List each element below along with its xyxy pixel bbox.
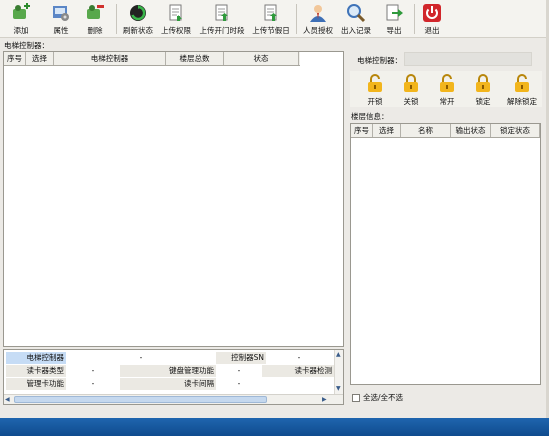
- col-floor-name[interactable]: 名称: [401, 124, 451, 137]
- upload-holidays-label: 上传节假日: [252, 26, 290, 35]
- exit-button[interactable]: 退出: [418, 1, 446, 37]
- add-button[interactable]: 添加: [6, 1, 36, 37]
- select-all-row[interactable]: 全选/全不选: [352, 392, 403, 403]
- grid-label-read-interval: 读卡间隔: [120, 378, 216, 390]
- exit-label: 退出: [424, 26, 440, 35]
- lock-toolbar: 开锁 关锁 常开 锁定 解除锁定: [350, 71, 542, 107]
- lock-label: 关锁: [403, 97, 419, 106]
- lock-button[interactable]: 关锁: [400, 73, 422, 107]
- grid-label-reader-type: 读卡器类型: [6, 365, 66, 377]
- personnel-authorization-label: 人员授权: [303, 26, 333, 35]
- col-index[interactable]: 序号: [4, 52, 26, 65]
- unlock-icon: [438, 73, 456, 95]
- unlock-icon: [513, 73, 531, 95]
- grid-value-controller-sn[interactable]: -: [266, 352, 332, 364]
- grid-value-keypad-management[interactable]: -: [216, 365, 262, 377]
- floor-list-header: 序号 选择 名称 输出状态 锁定状态: [351, 124, 540, 138]
- properties-icon: [51, 3, 71, 23]
- lockdown-button[interactable]: 锁定: [472, 73, 494, 107]
- always-open-label: 常开: [439, 97, 455, 106]
- upload-doc-icon: [261, 3, 281, 23]
- property-grid: 电梯控制器 - 控制器SN - 读卡器类型 - 键盘管理功能 - 读卡器检测 管…: [3, 349, 344, 405]
- delete-button[interactable]: 删除: [80, 1, 110, 37]
- select-all-checkbox[interactable]: [352, 393, 360, 402]
- release-lock-button[interactable]: 解除锁定: [506, 73, 538, 107]
- properties-button[interactable]: 属性: [46, 1, 76, 37]
- toolbar-divider: [116, 4, 117, 34]
- col-controller[interactable]: 电梯控制器: [54, 52, 166, 65]
- grid-label-reader-detection: 读卡器检测: [262, 365, 334, 377]
- access-records-button[interactable]: 出入记录: [338, 1, 374, 37]
- col-status[interactable]: 状态: [224, 52, 299, 65]
- scroll-left-icon[interactable]: ◀: [5, 395, 10, 404]
- add-label: 添加: [13, 26, 29, 35]
- lockdown-label: 锁定: [475, 97, 491, 106]
- floor-list[interactable]: 序号 选择 名称 输出状态 锁定状态: [350, 123, 541, 385]
- toolbar: 添加 属性 删除 刷新状态 上传权限 上传开门时段 上传节假日 人员授权 出入记…: [0, 0, 549, 38]
- controller-name-field: [404, 52, 532, 66]
- unlock-icon: [366, 73, 384, 95]
- upload-doc-icon: [166, 3, 186, 23]
- refresh-status-label: 刷新状态: [123, 26, 153, 35]
- elevator-controller-title: 电梯控制器：: [4, 41, 49, 50]
- scroll-up-icon[interactable]: ▲: [336, 350, 341, 359]
- grid-vertical-scrollbar[interactable]: ▲ ▼: [334, 350, 343, 394]
- grid-value-reader-type[interactable]: -: [66, 365, 120, 377]
- release-lock-label: 解除锁定: [507, 97, 537, 106]
- col-lock-status[interactable]: 锁定状态: [491, 124, 540, 137]
- grid-scroll-thumb[interactable]: [14, 396, 267, 403]
- power-icon: [422, 3, 442, 23]
- grid-horizontal-scrollbar[interactable]: ◀ ▶: [4, 394, 343, 404]
- always-open-button[interactable]: 常开: [436, 73, 458, 107]
- delete-user-icon: [85, 3, 105, 23]
- scroll-right-icon[interactable]: ▶: [322, 395, 327, 404]
- person-icon: [308, 3, 328, 23]
- upload-open-periods-button[interactable]: 上传开门时段: [198, 1, 246, 37]
- grid-label-keypad-management: 键盘管理功能: [120, 365, 216, 377]
- refresh-icon: [128, 3, 148, 23]
- toolbar-divider: [414, 4, 415, 34]
- unlock-label: 开锁: [367, 97, 383, 106]
- upload-permissions-label: 上传权限: [161, 26, 191, 35]
- upload-permissions-button[interactable]: 上传权限: [158, 1, 194, 37]
- upload-open-periods-label: 上传开门时段: [199, 26, 245, 35]
- unlock-button[interactable]: 开锁: [364, 73, 386, 107]
- grid-value-management-card[interactable]: -: [66, 378, 120, 390]
- export-icon: [384, 3, 404, 23]
- col-floor-index[interactable]: 序号: [351, 124, 373, 137]
- grid-label-management-card: 管理卡功能: [6, 378, 66, 390]
- col-floor-select[interactable]: 选择: [373, 124, 401, 137]
- grid-value-read-interval[interactable]: -: [216, 378, 262, 390]
- select-all-label: 全选/全不选: [363, 393, 404, 402]
- grid-label-controller-sn: 控制器SN: [216, 352, 266, 364]
- refresh-status-button[interactable]: 刷新状态: [120, 1, 156, 37]
- col-select[interactable]: 选择: [26, 52, 54, 65]
- grid-value-controller[interactable]: -: [66, 352, 216, 364]
- export-label: 导出: [386, 26, 402, 35]
- export-button[interactable]: 导出: [380, 1, 408, 37]
- floor-info-title: 楼层信息：: [351, 112, 389, 121]
- controller-list-header: 序号 选择 电梯控制器 楼层总数 状态: [4, 52, 300, 66]
- lock-icon: [402, 73, 420, 95]
- personnel-authorization-button[interactable]: 人员授权: [300, 1, 336, 37]
- toolbar-divider: [296, 4, 297, 34]
- right-controller-label: 电梯控制器：: [357, 56, 402, 65]
- col-output-status[interactable]: 输出状态: [451, 124, 491, 137]
- upload-holidays-button[interactable]: 上传节假日: [250, 1, 292, 37]
- col-floor-count[interactable]: 楼层总数: [166, 52, 224, 65]
- lock-icon: [474, 73, 492, 95]
- grid-label-controller: 电梯控制器: [6, 352, 66, 364]
- delete-label: 删除: [87, 26, 103, 35]
- scroll-down-icon[interactable]: ▼: [336, 384, 341, 393]
- properties-label: 属性: [53, 26, 69, 35]
- magnifier-icon: [346, 3, 366, 23]
- add-user-icon: [11, 3, 31, 23]
- access-records-label: 出入记录: [341, 26, 371, 35]
- controller-list[interactable]: 序号 选择 电梯控制器 楼层总数 状态: [3, 51, 344, 347]
- upload-doc-icon: [212, 3, 232, 23]
- status-bar: [0, 418, 549, 436]
